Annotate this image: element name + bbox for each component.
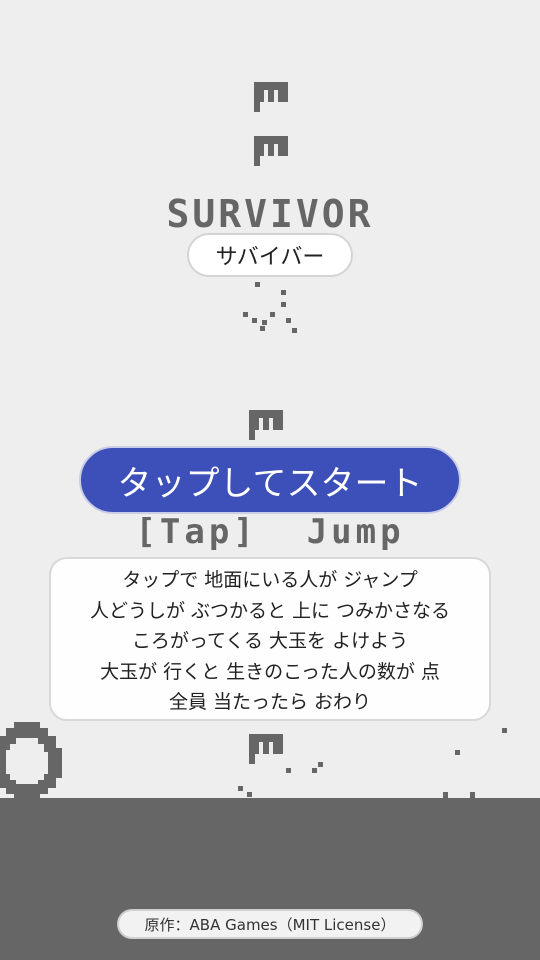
credit-label[interactable]: 原作：ABA Games（MIT License）	[117, 909, 423, 939]
particle	[286, 318, 291, 323]
particle	[252, 318, 257, 323]
particle	[502, 728, 507, 733]
particle	[255, 282, 260, 287]
instruction-line: 人どうしが ぶつかると 上に つみかさなる	[89, 599, 451, 622]
person-sprite	[254, 82, 288, 112]
instruction-line: 全員 当たったら おわり	[168, 691, 372, 713]
particle	[292, 328, 297, 333]
particle	[270, 312, 275, 317]
instructions-panel: タップで 地面にいる人が ジャンプ 人どうしが ぶつかると 上に つみかさなる …	[49, 557, 491, 721]
rolling-ball-sprite	[0, 722, 62, 800]
particle	[262, 320, 267, 325]
start-button[interactable]: タップしてスタート	[79, 446, 461, 514]
instruction-line: ころがってくる 大玉を よけよう	[131, 630, 409, 652]
person-sprite	[249, 410, 283, 440]
particle	[318, 762, 323, 767]
particle	[243, 312, 248, 317]
particle	[281, 302, 286, 307]
controls-hint: [Tap] Jump	[135, 512, 405, 552]
instruction-line: タップで 地面にいる人が ジャンプ	[122, 569, 418, 591]
person-sprite	[254, 136, 288, 166]
game-title-japanese: サバイバー	[187, 233, 353, 277]
particle	[238, 786, 243, 791]
game-title: SURVIVOR	[166, 192, 374, 236]
person-sprite	[249, 734, 283, 764]
particle	[260, 326, 265, 331]
particle	[455, 750, 460, 755]
particle	[312, 768, 317, 773]
particle	[247, 792, 252, 797]
particle	[281, 290, 286, 295]
instruction-line: 大玉が 行くと 生きのこった人の数が 点	[100, 660, 440, 683]
particle	[286, 768, 291, 773]
